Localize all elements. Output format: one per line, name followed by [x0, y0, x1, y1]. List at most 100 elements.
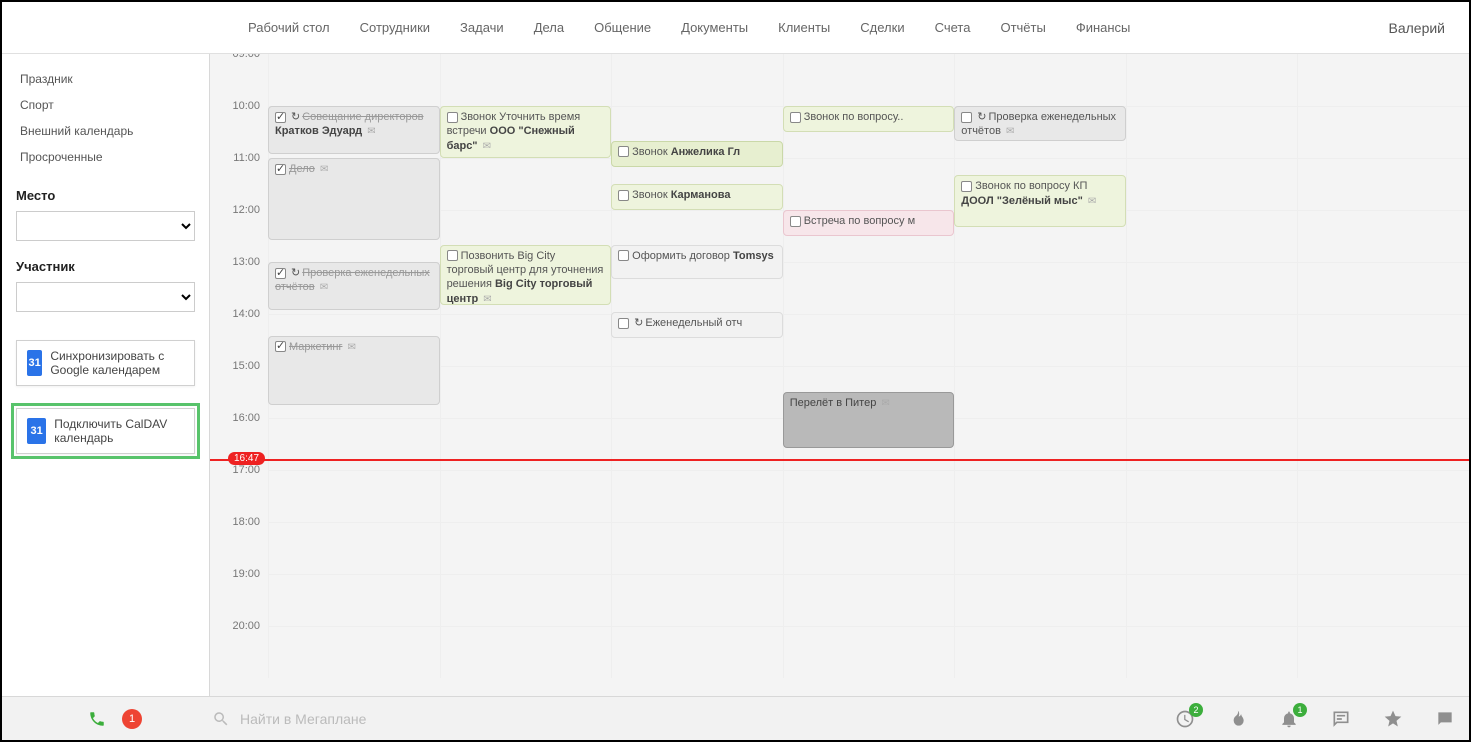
calendar-cell[interactable] — [440, 419, 612, 470]
calendar-cell[interactable] — [1297, 107, 1469, 158]
calendar-cell[interactable] — [1126, 159, 1298, 210]
calendar-event[interactable]: Дело ✉ — [268, 158, 440, 240]
calendar-cell[interactable] — [783, 627, 955, 678]
calendar-cell[interactable] — [954, 419, 1126, 470]
calendar-cell[interactable] — [1126, 367, 1298, 418]
calendar-cell[interactable] — [1297, 315, 1469, 366]
calendar-cell[interactable] — [1297, 54, 1469, 106]
calendar-cell[interactable] — [268, 523, 440, 574]
calendar-cell[interactable] — [268, 471, 440, 522]
calendar-cell[interactable] — [440, 575, 612, 626]
event-checkbox[interactable] — [275, 164, 286, 175]
calendar-cell[interactable] — [954, 471, 1126, 522]
event-checkbox[interactable] — [447, 250, 458, 261]
calendar-cell[interactable] — [611, 627, 783, 678]
event-checkbox[interactable] — [275, 112, 286, 123]
calendar-event[interactable]: Маркетинг ✉ — [268, 336, 440, 405]
calendar-cell[interactable] — [1126, 523, 1298, 574]
calendar-cell[interactable] — [1297, 523, 1469, 574]
event-checkbox[interactable] — [790, 216, 801, 227]
nav-2[interactable]: Задачи — [448, 16, 516, 39]
calendar-cell[interactable] — [954, 575, 1126, 626]
search-box[interactable] — [212, 710, 1032, 728]
calendar-cell[interactable] — [783, 54, 955, 106]
calendar-cell[interactable] — [611, 367, 783, 418]
nav-0[interactable]: Рабочий стол — [236, 16, 342, 39]
phone-icon[interactable] — [86, 708, 108, 730]
user-name[interactable]: Валерий — [1388, 20, 1445, 36]
nav-5[interactable]: Документы — [669, 16, 760, 39]
event-checkbox[interactable] — [618, 146, 629, 157]
place-select[interactable] — [16, 211, 195, 241]
feedback-icon[interactable] — [1433, 707, 1457, 731]
calendar-cell[interactable] — [268, 419, 440, 470]
calendar-cell[interactable] — [440, 315, 612, 366]
calendar-event[interactable]: Перелёт в Питер ✉ — [783, 392, 955, 448]
calendar-cell[interactable] — [1126, 315, 1298, 366]
calendar-cell[interactable] — [1297, 627, 1469, 678]
calendar-event[interactable]: Звонок по вопросу.. — [783, 106, 955, 132]
nav-10[interactable]: Финансы — [1064, 16, 1143, 39]
chat-icon[interactable] — [1329, 707, 1353, 731]
event-checkbox[interactable] — [618, 190, 629, 201]
calendar-cell[interactable] — [440, 54, 612, 106]
nav-4[interactable]: Общение — [582, 16, 663, 39]
calendar-cell[interactable] — [1126, 575, 1298, 626]
sidebar-filter-0[interactable]: Праздник — [16, 66, 195, 92]
sidebar-filter-1[interactable]: Спорт — [16, 92, 195, 118]
star-icon[interactable] — [1381, 707, 1405, 731]
calendar-cell[interactable] — [611, 575, 783, 626]
nav-3[interactable]: Дела — [522, 16, 576, 39]
calendar-event[interactable]: Звонок Карманова — [611, 184, 783, 210]
calendar-cell[interactable] — [954, 523, 1126, 574]
calendar-cell[interactable] — [1297, 367, 1469, 418]
sidebar-filter-2[interactable]: Внешний календарь — [16, 118, 195, 144]
calendar-cell[interactable] — [1297, 575, 1469, 626]
event-checkbox[interactable] — [275, 341, 286, 352]
calendar-cell[interactable] — [268, 575, 440, 626]
bell-icon[interactable]: 1 — [1277, 707, 1301, 731]
calendar-cell[interactable] — [611, 54, 783, 106]
calendar-cell[interactable] — [783, 575, 955, 626]
search-input[interactable] — [240, 711, 1032, 727]
calendar-cell[interactable] — [1126, 471, 1298, 522]
calendar-event[interactable]: Встреча по вопросу м — [783, 210, 955, 236]
event-checkbox[interactable] — [961, 112, 972, 123]
nav-1[interactable]: Сотрудники — [348, 16, 442, 39]
nav-8[interactable]: Счета — [923, 16, 983, 39]
calendar-cell[interactable] — [954, 54, 1126, 106]
calendar-cell[interactable] — [954, 263, 1126, 314]
calendar-event[interactable]: Звонок Уточнить время встречи ООО "Снежн… — [440, 106, 612, 158]
nav-9[interactable]: Отчёты — [988, 16, 1057, 39]
calendar-event[interactable]: ↻Совещание директоров Кратков Эдуард ✉ — [268, 106, 440, 154]
calendar-cell[interactable] — [440, 523, 612, 574]
calendar-cell[interactable] — [611, 419, 783, 470]
event-checkbox[interactable] — [790, 112, 801, 123]
calendar-cell[interactable] — [1297, 419, 1469, 470]
clock-icon[interactable]: 2 — [1173, 707, 1197, 731]
calendar-cell[interactable] — [954, 367, 1126, 418]
event-checkbox[interactable] — [618, 250, 629, 261]
fire-icon[interactable] — [1225, 707, 1249, 731]
calendar-cell[interactable] — [783, 315, 955, 366]
calendar-event[interactable]: Оформить договор Tomsys — [611, 245, 783, 280]
calendar-cell[interactable] — [268, 627, 440, 678]
calendar-cell[interactable] — [1297, 159, 1469, 210]
calendar-event[interactable]: Позвонить Big City торговый центр для ут… — [440, 245, 612, 306]
calendar-cell[interactable] — [783, 159, 955, 210]
calendar-cell[interactable] — [1126, 211, 1298, 262]
calendar-event[interactable]: Звонок Анжелика Гл — [611, 141, 783, 167]
calendar-cell[interactable] — [1297, 211, 1469, 262]
calendar-cell[interactable] — [954, 315, 1126, 366]
sync-caldav-button[interactable]: 31 Подключить CalDAV календарь — [16, 408, 195, 454]
calendar-cell[interactable] — [1126, 263, 1298, 314]
calendar-cell[interactable] — [1297, 471, 1469, 522]
calendar-event[interactable]: ↻Проверка еженедельных отчётов ✉ — [954, 106, 1126, 141]
calendar-cell[interactable] — [440, 159, 612, 210]
calendar-cell[interactable] — [954, 627, 1126, 678]
calendar-cell[interactable] — [1126, 107, 1298, 158]
participant-select[interactable] — [16, 282, 195, 312]
calendar-cell[interactable] — [611, 523, 783, 574]
calendar-event[interactable]: ↻Проверка еженедельных отчётов ✉ — [268, 262, 440, 310]
nav-6[interactable]: Клиенты — [766, 16, 842, 39]
